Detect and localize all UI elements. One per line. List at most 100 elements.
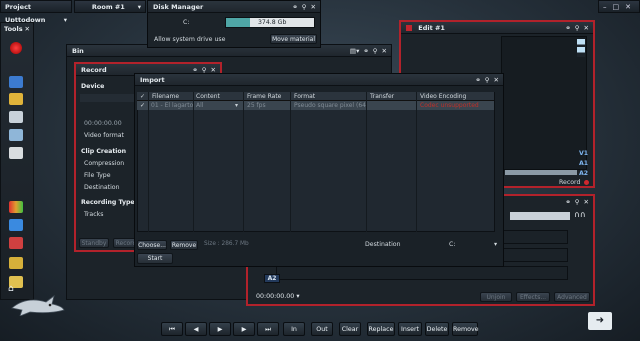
- drive-letter: C:: [183, 19, 190, 26]
- unjoin-button[interactable]: Unjoin: [480, 292, 512, 302]
- bin-title: Bin: [72, 47, 84, 55]
- maximize-icon[interactable]: □: [613, 3, 620, 11]
- close-icon[interactable]: ✕: [382, 45, 387, 57]
- play-button[interactable]: ▶: [209, 322, 231, 336]
- recording-type-heading: Recording Type: [81, 199, 135, 206]
- go-to-start-button[interactable]: ⏮: [161, 322, 183, 336]
- column-format[interactable]: Format: [294, 93, 315, 100]
- column-frame-rate[interactable]: Frame Rate: [247, 93, 281, 100]
- project-menu[interactable]: Project Upttodown ▾: [0, 0, 72, 24]
- split-tool-icon[interactable]: [9, 237, 23, 249]
- box-tool-icon[interactable]: [9, 129, 23, 141]
- column-content[interactable]: Content: [196, 93, 220, 100]
- allow-system-drive-label[interactable]: Allow system drive use: [154, 36, 225, 43]
- close-icon[interactable]: ✕: [25, 23, 30, 35]
- pin-icon[interactable]: ⚲: [302, 1, 307, 13]
- import-destination-select[interactable]: C: ▾: [446, 240, 502, 250]
- insert-button[interactable]: Insert: [398, 322, 422, 336]
- pin-icon[interactable]: ⚲: [575, 22, 580, 34]
- import-grid-area[interactable]: [137, 92, 495, 232]
- close-icon[interactable]: ✕: [311, 1, 316, 13]
- chevron-down-icon: ▾: [296, 293, 300, 300]
- printer-tool-icon[interactable]: [9, 147, 23, 159]
- track-v1-label[interactable]: V1: [579, 150, 588, 157]
- meter-tool-icon[interactable]: [9, 201, 23, 213]
- close-icon[interactable]: ✕: [625, 3, 631, 11]
- compression-label: Compression: [84, 160, 125, 167]
- disk-manager-title-bar: Disk Manager ⚭ ⚲ ✕: [148, 1, 320, 13]
- shark-logo-icon: [10, 294, 66, 317]
- room-menu[interactable]: Room #1 ▾: [74, 0, 146, 13]
- timeline-timecode[interactable]: 00:00:00.00 ▾: [256, 292, 306, 302]
- track-a2-button[interactable]: A2: [264, 274, 280, 283]
- row-filename: 01 - El lagarto: [151, 102, 193, 109]
- detach-icon[interactable]: ⚭: [363, 45, 368, 57]
- keyboard-tool-icon[interactable]: [9, 111, 23, 123]
- list-tool-icon[interactable]: [9, 76, 23, 88]
- import-title-bar: Import ⚭ ⚲ ✕: [135, 74, 503, 86]
- column-divider: [193, 92, 194, 232]
- step-forward-button[interactable]: ▶: [233, 322, 255, 336]
- file-type-label: File Type: [84, 172, 111, 179]
- move-material-button[interactable]: Move material: [270, 34, 317, 44]
- minimize-icon[interactable]: –: [603, 3, 607, 11]
- close-icon[interactable]: ✕: [584, 22, 589, 34]
- standby-button[interactable]: Standby: [79, 238, 109, 248]
- record-title: Record: [81, 66, 107, 74]
- remove-button[interactable]: Remove: [452, 322, 479, 336]
- detach-icon[interactable]: ⚭: [292, 1, 297, 13]
- remove-file-button[interactable]: Remove: [170, 240, 198, 250]
- track-a2-label[interactable]: A2: [579, 170, 588, 177]
- column-filename[interactable]: Filename: [152, 93, 179, 100]
- pin-icon[interactable]: ⚲: [373, 45, 378, 57]
- clear-button[interactable]: Clear: [339, 322, 361, 336]
- chevron-down-icon[interactable]: ▾: [235, 102, 238, 109]
- effects-button[interactable]: Effects...: [516, 292, 550, 302]
- track-a1-label[interactable]: A1: [579, 160, 588, 167]
- choose-button[interactable]: Choose...: [137, 240, 167, 250]
- chevron-down-icon: ▾: [137, 3, 141, 11]
- column-divider: [416, 92, 417, 232]
- column-transfer[interactable]: Transfer: [370, 93, 394, 100]
- edit-position-bar[interactable]: [505, 170, 577, 175]
- calculator-tool-icon[interactable]: [9, 219, 23, 231]
- mark-in-button[interactable]: In: [283, 322, 305, 336]
- column-video-encoding[interactable]: Video Encoding: [420, 93, 466, 100]
- view-icon[interactable]: ▤▾: [350, 45, 359, 57]
- detach-icon[interactable]: ⚭: [475, 74, 480, 86]
- timeline-track-3[interactable]: [276, 266, 568, 280]
- detach-icon[interactable]: ⚭: [565, 22, 570, 34]
- start-button[interactable]: Start: [137, 253, 173, 264]
- pin-icon[interactable]: ⚲: [575, 198, 580, 206]
- record-dot-icon[interactable]: [584, 180, 589, 185]
- replace-button[interactable]: Replace: [367, 322, 395, 336]
- folder-tool-icon[interactable]: [9, 93, 23, 105]
- video-format-label[interactable]: Video format: [84, 132, 124, 139]
- film-tool-icon[interactable]: [9, 257, 23, 269]
- go-to-end-button[interactable]: ⏭: [257, 322, 279, 336]
- step-back-button[interactable]: ◀: [185, 322, 207, 336]
- table-row[interactable]: ✓ 01 - El lagarto All ▾ 25 fps Pseudo sq…: [137, 101, 494, 110]
- headphones-icon[interactable]: ∩∩: [574, 210, 586, 219]
- row-format: Pseudo square pixel (640x4: [294, 102, 366, 109]
- exit-icon[interactable]: ➜: [588, 312, 612, 330]
- pin-icon[interactable]: ⚲: [485, 74, 490, 86]
- edit-bin-icon[interactable]: [577, 39, 585, 57]
- close-icon[interactable]: ✕: [584, 198, 589, 206]
- detach-icon[interactable]: ⚭: [565, 198, 570, 206]
- delete-button[interactable]: Delete: [425, 322, 449, 336]
- edit-viewer[interactable]: [501, 36, 587, 170]
- mark-out-button[interactable]: Out: [311, 322, 333, 336]
- advanced-button[interactable]: Advanced: [554, 292, 590, 302]
- select-all-checkbox[interactable]: ✓: [140, 93, 145, 100]
- home-icon[interactable]: ⌂: [8, 284, 22, 294]
- record-timecode: 00:00:00.00: [84, 120, 122, 127]
- close-icon[interactable]: ✕: [494, 74, 499, 86]
- drive-usage-bar[interactable]: 374.8 Gb: [225, 17, 315, 28]
- chevron-down-icon: ▾: [494, 241, 498, 248]
- row-checkbox[interactable]: ✓: [140, 102, 145, 109]
- record-tool-icon[interactable]: [10, 42, 22, 54]
- timeline-ruler[interactable]: [510, 212, 570, 220]
- destination-label: Destination: [84, 184, 120, 191]
- row-content[interactable]: All: [196, 102, 203, 109]
